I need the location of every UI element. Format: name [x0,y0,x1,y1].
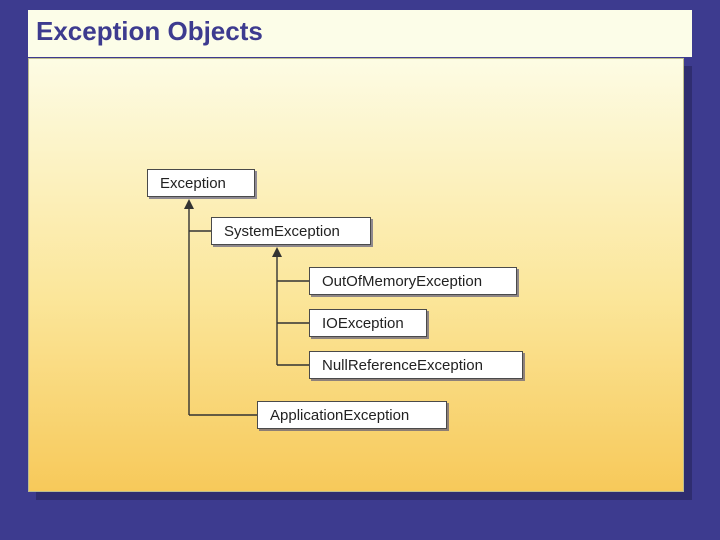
content-panel: Exception SystemException OutOfMemoryExc… [28,58,684,492]
slide-title: Exception Objects [28,10,692,57]
hierarchy-diagram: Exception SystemException OutOfMemoryExc… [29,59,683,491]
node-system-exception: SystemException [211,217,371,245]
slide: Exception Objects [28,10,692,500]
node-io-exception: IOException [309,309,427,337]
node-out-of-memory-exception: OutOfMemoryException [309,267,517,295]
node-exception: Exception [147,169,255,197]
node-null-reference-exception: NullReferenceException [309,351,523,379]
node-application-exception: ApplicationException [257,401,447,429]
